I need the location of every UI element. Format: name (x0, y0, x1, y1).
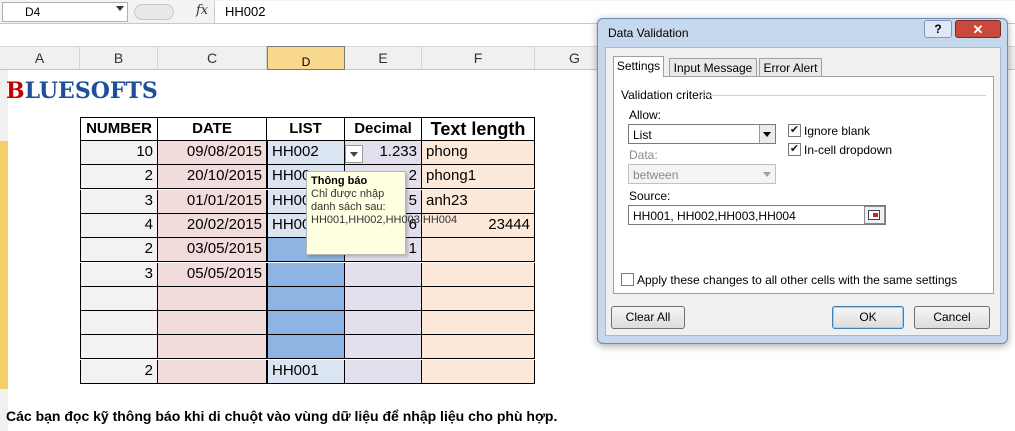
tab-settings[interactable]: Settings (613, 56, 664, 77)
cell-text-length[interactable] (422, 263, 535, 287)
cell-text-length[interactable] (422, 335, 535, 359)
caption-text: Các bạn đọc kỹ thông báo khi di chuột và… (6, 408, 558, 424)
help-button[interactable]: ? (924, 20, 952, 38)
function-icon[interactable]: fx (196, 3, 208, 18)
in-cell-dropdown-label: In-cell dropdown (804, 143, 893, 157)
cell-list[interactable] (267, 311, 345, 335)
tooltip-body: Chỉ được nhập danh sách sau: HH001,HH002… (311, 188, 458, 226)
allow-value: List (633, 128, 652, 142)
cell-list[interactable] (267, 263, 345, 287)
chevron-down-icon[interactable] (116, 6, 124, 11)
group-label: Validation criteria (621, 88, 713, 102)
range-picker-icon-marker (873, 213, 878, 217)
cancel-button[interactable]: Cancel (914, 306, 990, 329)
settings-panel (613, 76, 994, 294)
cell-text-length[interactable] (422, 238, 535, 262)
cell-number[interactable]: 3 (80, 190, 158, 214)
cell-date[interactable]: 03/05/2015 (158, 238, 267, 262)
cell-number[interactable]: 4 (80, 214, 158, 238)
cell-date[interactable] (158, 287, 267, 311)
cell-text-length[interactable] (422, 287, 535, 311)
cell-date[interactable]: 20/02/2015 (158, 214, 267, 238)
cell-text-length[interactable] (422, 360, 535, 384)
cell-date[interactable] (158, 311, 267, 335)
cell-decimal[interactable] (345, 360, 422, 384)
formula-bar-divider (134, 4, 174, 20)
allow-label: Allow: (629, 108, 662, 122)
cell-list[interactable] (267, 335, 345, 359)
ignore-blank-checkbox[interactable]: ✔ (788, 124, 801, 137)
source-input[interactable]: HH001, HH002,HH003,HH004 (628, 205, 886, 225)
data-label: Data: (629, 148, 658, 162)
column-title-list: LIST (267, 117, 345, 141)
column-header-f[interactable]: F (422, 46, 535, 70)
cell-text-length[interactable]: anh23 (422, 190, 535, 214)
tab-error-alert[interactable]: Error Alert (759, 58, 822, 77)
column-title-decimal: Decimal (345, 117, 422, 141)
cell-decimal[interactable] (345, 311, 422, 335)
cell-number[interactable] (80, 311, 158, 335)
cell-decimal[interactable] (345, 263, 422, 287)
close-button[interactable]: ✕ (955, 20, 1001, 38)
cell-date[interactable]: 05/05/2015 (158, 263, 267, 287)
cell-number[interactable]: 2 (80, 238, 158, 262)
cell-text-length[interactable]: phong (422, 141, 535, 165)
cell-date[interactable] (158, 360, 267, 384)
group-divider (700, 95, 986, 96)
cell-number[interactable]: 3 (80, 263, 158, 287)
cell-list[interactable]: HH002 (267, 141, 345, 165)
cell-number[interactable] (80, 287, 158, 311)
cell-number[interactable]: 2 (80, 360, 158, 384)
name-box[interactable]: D4 (2, 2, 128, 22)
input-message-tooltip: Thông báo Chỉ được nhập danh sách sau: H… (306, 171, 458, 255)
cell-text-length[interactable]: phong1 (422, 165, 535, 189)
column-header-b[interactable]: B (80, 46, 158, 70)
ok-button[interactable]: OK (832, 306, 904, 329)
data-value: between (633, 168, 679, 182)
row-header-selected (0, 141, 8, 389)
tooltip-title: Thông báo (311, 175, 368, 187)
source-label: Source: (629, 189, 671, 203)
column-header-c[interactable]: C (158, 46, 267, 70)
column-header-a[interactable]: A (0, 46, 80, 70)
cell-number[interactable]: 10 (80, 141, 158, 165)
chevron-down-icon (763, 172, 771, 177)
source-value: HH001, HH002,HH003,HH004 (633, 209, 796, 223)
column-header-e[interactable]: E (345, 46, 422, 70)
column-title-text-length: Text length (422, 117, 535, 141)
cell-list[interactable]: HH001 (267, 360, 345, 384)
cell-decimal[interactable] (345, 287, 422, 311)
cell-date[interactable]: 09/08/2015 (158, 141, 267, 165)
allow-select[interactable]: List (628, 124, 776, 144)
tab-input-message[interactable]: Input Message (669, 58, 757, 77)
cell-date[interactable] (158, 335, 267, 359)
data-select: between (628, 164, 776, 184)
chevron-down-icon[interactable] (350, 152, 358, 157)
apply-all-checkbox[interactable] (621, 273, 634, 286)
chevron-down-icon (763, 132, 771, 137)
ignore-blank-label: Ignore blank (804, 124, 871, 138)
bluesofts-logo: BLUESOFTS (6, 78, 158, 104)
cell-date[interactable]: 20/10/2015 (158, 165, 267, 189)
cell-decimal[interactable] (345, 335, 422, 359)
apply-all-label: Apply these changes to all other cells w… (637, 273, 958, 287)
clear-all-button[interactable]: Clear All (611, 306, 685, 329)
column-title-number: NUMBER (80, 117, 158, 141)
column-header-d[interactable]: D (267, 46, 345, 70)
dialog-title: Data Validation (608, 26, 689, 40)
in-cell-dropdown-checkbox[interactable]: ✔ (788, 143, 801, 156)
cell-date[interactable]: 01/01/2015 (158, 190, 267, 214)
column-title-date: DATE (158, 117, 267, 141)
cell-number[interactable] (80, 335, 158, 359)
cell-number[interactable]: 2 (80, 165, 158, 189)
cell-list[interactable] (267, 287, 345, 311)
cell-text-length[interactable] (422, 311, 535, 335)
